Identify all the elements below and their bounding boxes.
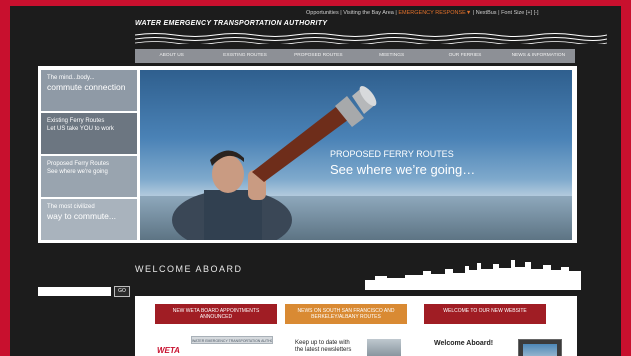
weta-logo[interactable]: WETA <box>157 345 189 355</box>
hero-tabs: The mind...body... commute connection Ex… <box>41 70 137 240</box>
hero-tab-commute-connection[interactable]: The mind...body... commute connection <box>41 70 137 111</box>
link-nextbus[interactable]: NextBus <box>476 10 497 16</box>
website-screenshot-image[interactable] <box>518 339 562 356</box>
hero-tab-civilized-commute[interactable]: The most civilized way to commute... <box>41 199 137 240</box>
hero-tab-line2: See where we're going <box>47 168 108 175</box>
hero-tab-line1: Existing Ferry Routes <box>47 118 105 124</box>
newsletter-image[interactable] <box>367 339 401 356</box>
nav-meetings[interactable]: MEETINGS <box>355 49 428 63</box>
font-size-control[interactable]: Font Size [+] [-] <box>501 10 538 16</box>
city-skyline-icon <box>365 260 581 290</box>
welcome-heading: WELCOME ABOARD <box>135 264 243 274</box>
banner-board-appointments[interactable]: NEW WETA BOARD APPOINTMENTS ANNOUNCED <box>155 304 277 324</box>
content-panel: NEW WETA BOARD APPOINTMENTS ANNOUNCED NE… <box>135 296 577 356</box>
hero-subtitle: See where we’re going… <box>330 162 476 177</box>
newsletter-teaser[interactable]: Keep up to date with the latest newslett… <box>295 340 351 354</box>
nav-existing-routes[interactable]: EXISTING ROUTES <box>208 49 281 63</box>
screen-content <box>523 344 557 356</box>
hero-tab-existing-routes[interactable]: Existing Ferry Routes Let US take YOU to… <box>41 113 137 154</box>
banner-new-website[interactable]: WELCOME TO OUR NEW WEBSITE <box>424 304 546 324</box>
org-logo-text[interactable]: WATER EMERGENCY TRANSPORTATION AUTHORITY <box>135 20 327 27</box>
nav-news-information[interactable]: NEWS & INFORMATION <box>502 49 575 63</box>
search-go-button[interactable]: GO <box>114 286 130 297</box>
hero-tab-line1: Proposed Ferry Routes <box>47 161 110 167</box>
nav-our-ferries[interactable]: OUR FERRIES <box>428 49 501 63</box>
banner-route-news[interactable]: NEWS ON SOUTH SAN FRANCISCO AND BERKELEY… <box>285 304 407 324</box>
hero-title: PROPOSED FERRY ROUTES <box>330 149 454 159</box>
utility-links: Opportunities | Visiting the Bay Area | … <box>306 10 539 16</box>
main-nav: ABOUT US EXISTING ROUTES PROPOSED ROUTES… <box>135 49 575 63</box>
link-emergency-response[interactable]: EMERGENCY RESPONSE▼ <box>398 10 471 16</box>
weta-newsletter-thumbnail[interactable]: WATER EMERGENCY TRANSPORTATION AUTHORITY <box>191 336 273 344</box>
page-frame: Opportunities | Visiting the Bay Area | … <box>10 6 621 356</box>
hero-photo[interactable]: PROPOSED FERRY ROUTES See where we’re go… <box>140 70 572 240</box>
welcome-aboard-heading: Welcome Aboard! <box>434 340 494 347</box>
hero-tab-line2: Let US take YOU to work <box>47 125 114 132</box>
link-visiting-bay-area[interactable]: Visiting the Bay Area <box>343 10 394 16</box>
hero-panel: The mind...body... commute connection Ex… <box>38 66 577 243</box>
hero-tab-line2: commute connection <box>47 81 126 92</box>
search-input[interactable] <box>38 287 111 296</box>
nav-proposed-routes[interactable]: PROPOSED ROUTES <box>282 49 355 63</box>
wave-lines-icon <box>135 33 607 44</box>
weta-logo-text: WETA <box>157 346 180 355</box>
hero-tab-line2: way to commute... <box>47 210 116 221</box>
link-opportunities[interactable]: Opportunities <box>306 10 339 16</box>
nav-about-us[interactable]: ABOUT US <box>135 49 208 63</box>
hero-tab-proposed-routes[interactable]: Proposed Ferry Routes See where we're go… <box>41 156 137 197</box>
